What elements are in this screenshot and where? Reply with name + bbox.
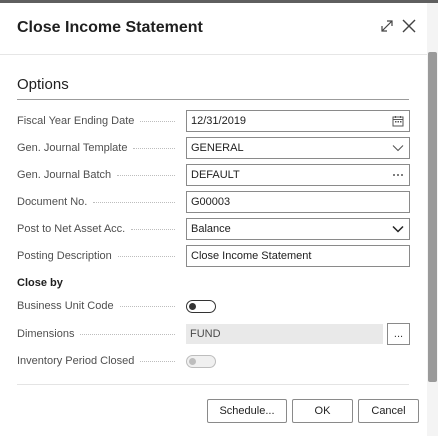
gen-journal-template-label: Gen. Journal Template bbox=[17, 139, 179, 157]
dimensions-assist-button[interactable]: ... bbox=[387, 323, 410, 345]
chevron-down-icon[interactable] bbox=[387, 138, 409, 158]
business-unit-code-toggle[interactable] bbox=[186, 300, 216, 313]
field-label-text: Dimensions bbox=[17, 328, 75, 340]
field-label-text: Fiscal Year Ending Date bbox=[17, 115, 135, 127]
field-label-text: Business Unit Code bbox=[17, 300, 114, 312]
field-value: 12/31/2019 bbox=[191, 115, 247, 127]
field-label-text: Inventory Period Closed bbox=[17, 355, 135, 367]
leader-dots bbox=[117, 255, 175, 257]
inventory-period-closed-label: Inventory Period Closed bbox=[17, 352, 179, 370]
leader-dots bbox=[80, 333, 175, 335]
field-value: Close Income Statement bbox=[191, 250, 312, 262]
leader-dots bbox=[131, 228, 175, 230]
field-label-text: Post to Net Asset Acc. bbox=[17, 223, 126, 235]
field-value: G00003 bbox=[191, 196, 231, 208]
inventory-period-closed-toggle bbox=[186, 355, 216, 368]
field-label-text: Document No. bbox=[17, 196, 88, 208]
fiscal-year-ending-date-input[interactable]: 12/31/2019 bbox=[186, 110, 410, 132]
cancel-button[interactable]: Cancel bbox=[358, 399, 419, 423]
business-unit-code-label: Business Unit Code bbox=[17, 297, 179, 315]
gen-journal-batch-input[interactable]: DEFAULT bbox=[186, 164, 410, 186]
gen-journal-batch-label: Gen. Journal Batch bbox=[17, 166, 179, 184]
ok-button[interactable]: OK bbox=[292, 399, 353, 423]
field-value: GENERAL bbox=[191, 142, 244, 154]
calendar-icon[interactable] bbox=[387, 111, 409, 131]
field-value: Balance bbox=[191, 223, 231, 235]
dialog-title: Close Income Statement bbox=[17, 19, 203, 36]
schedule-button[interactable]: Schedule... bbox=[207, 399, 287, 423]
leader-dots bbox=[117, 174, 175, 176]
post-to-net-asset-acc-label: Post to Net Asset Acc. bbox=[17, 220, 179, 238]
gen-journal-template-select[interactable]: GENERAL bbox=[186, 137, 410, 159]
leader-dots bbox=[140, 360, 175, 362]
document-no-input[interactable]: G00003 bbox=[186, 191, 410, 213]
dimensions-label: Dimensions bbox=[17, 325, 179, 343]
expand-diagonal-icon[interactable] bbox=[378, 17, 396, 35]
header-divider bbox=[0, 54, 427, 55]
fiscal-year-ending-date-label: Fiscal Year Ending Date bbox=[17, 112, 179, 130]
field-value: DEFAULT bbox=[191, 169, 240, 181]
close-income-statement-dialog: Close Income Statement Options Fiscal Ye… bbox=[0, 3, 427, 436]
field-label-text: Gen. Journal Batch bbox=[17, 169, 112, 181]
field-label-text: Gen. Journal Template bbox=[17, 142, 128, 154]
section-title-options: Options bbox=[17, 76, 69, 93]
field-label-text: Posting Description bbox=[17, 250, 112, 262]
leader-dots bbox=[119, 305, 175, 307]
close-by-subheading: Close by bbox=[17, 277, 63, 289]
scrollbar-thumb[interactable] bbox=[428, 52, 437, 382]
posting-description-input[interactable]: Close Income Statement bbox=[186, 245, 410, 267]
ellipsis-icon[interactable] bbox=[387, 165, 409, 185]
field-value: FUND bbox=[190, 328, 221, 340]
toggle-knob bbox=[189, 303, 196, 310]
dimensions-field: FUND bbox=[186, 324, 383, 344]
close-icon[interactable] bbox=[400, 17, 418, 35]
section-divider bbox=[17, 99, 409, 100]
post-to-net-asset-acc-select[interactable]: Balance bbox=[186, 218, 410, 240]
document-no-label: Document No. bbox=[17, 193, 179, 211]
footer-divider bbox=[17, 384, 409, 385]
posting-description-label: Posting Description bbox=[17, 247, 179, 265]
leader-dots bbox=[140, 120, 175, 122]
leader-dots bbox=[133, 147, 175, 149]
leader-dots bbox=[93, 201, 175, 203]
chevron-down-icon[interactable] bbox=[387, 219, 409, 239]
assist-button-label: ... bbox=[393, 328, 404, 340]
toggle-knob bbox=[189, 358, 196, 365]
